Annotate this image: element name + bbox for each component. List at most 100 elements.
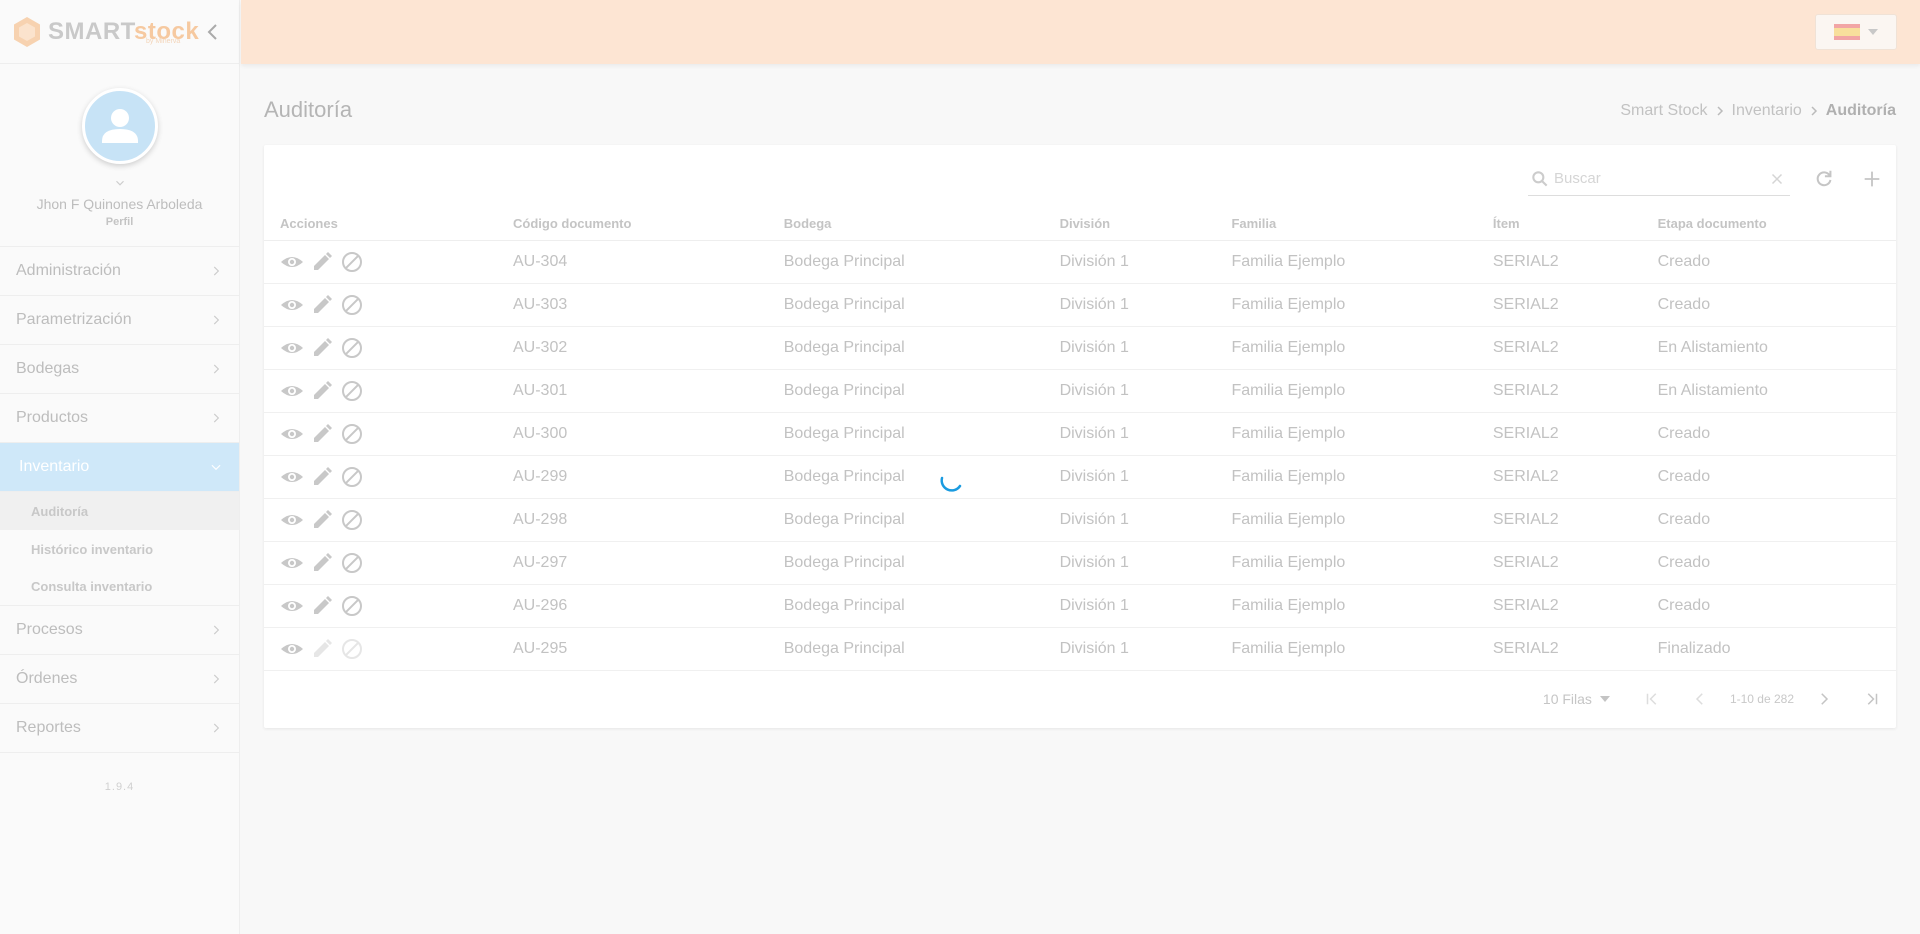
breadcrumb-inventario[interactable]: Inventario bbox=[1732, 102, 1802, 120]
topbar bbox=[241, 0, 1920, 64]
cell-familia: Familia Ejemplo bbox=[1215, 627, 1477, 671]
col-etapa-documento[interactable]: Etapa documento bbox=[1641, 207, 1896, 241]
last-page-button[interactable] bbox=[1848, 681, 1896, 717]
language-selector[interactable] bbox=[1815, 14, 1897, 50]
col-bodega[interactable]: Bodega bbox=[767, 207, 1044, 241]
pencil-icon[interactable] bbox=[310, 465, 334, 489]
block-icon[interactable] bbox=[340, 465, 364, 489]
block-icon[interactable] bbox=[340, 508, 364, 532]
col-codigo-documento[interactable]: Código documento bbox=[497, 207, 768, 241]
next-page-button[interactable] bbox=[1800, 681, 1848, 717]
block-icon[interactable] bbox=[340, 594, 364, 618]
pencil-icon[interactable] bbox=[310, 379, 334, 403]
pencil-icon[interactable] bbox=[310, 293, 334, 317]
pencil-icon[interactable] bbox=[310, 422, 334, 446]
menu-item-productos[interactable]: Productos bbox=[0, 394, 239, 443]
eye-icon[interactable] bbox=[280, 336, 304, 360]
add-button[interactable] bbox=[1848, 161, 1896, 197]
search-input[interactable] bbox=[1554, 170, 1768, 187]
eye-icon[interactable] bbox=[280, 594, 304, 618]
menu-item-bodegas[interactable]: Bodegas bbox=[0, 345, 239, 394]
cell-division: División 1 bbox=[1043, 369, 1216, 413]
eye-icon[interactable] bbox=[280, 293, 304, 317]
refresh-button[interactable] bbox=[1800, 161, 1848, 197]
cell-division: División 1 bbox=[1043, 326, 1216, 370]
chevron-down-icon[interactable] bbox=[0, 176, 239, 190]
chevron-left-icon[interactable] bbox=[201, 20, 225, 44]
block-icon[interactable] bbox=[340, 250, 364, 274]
menu-item-procesos[interactable]: Procesos bbox=[0, 606, 239, 655]
menu-item-inventario[interactable]: Inventario bbox=[0, 443, 239, 492]
cell-acciones bbox=[264, 326, 497, 370]
cell-acciones bbox=[264, 584, 497, 628]
row-actions bbox=[280, 336, 497, 360]
close-icon[interactable] bbox=[1768, 170, 1786, 188]
submenu-item-historico-inventario[interactable]: Histórico inventario bbox=[0, 530, 239, 568]
block-icon[interactable] bbox=[340, 551, 364, 575]
table-row[interactable]: AU-299 Bodega Principal División 1 Familia … bbox=[264, 455, 1896, 499]
eye-icon[interactable] bbox=[280, 422, 304, 446]
eye-icon[interactable] bbox=[280, 379, 304, 403]
table-row[interactable]: AU-300 Bodega Principal División 1 Familia … bbox=[264, 412, 1896, 456]
plus-icon bbox=[1864, 171, 1880, 187]
row-actions bbox=[280, 551, 497, 575]
cell-division: División 1 bbox=[1043, 412, 1216, 456]
cell-item: SERIAL2 bbox=[1476, 541, 1642, 585]
cell-bodega: Bodega Principal bbox=[767, 369, 1044, 413]
col-item[interactable]: Ítem bbox=[1476, 207, 1642, 241]
first-page-button[interactable] bbox=[1628, 681, 1676, 717]
cell-codigo-documento: AU-296 bbox=[497, 584, 768, 628]
eye-icon[interactable] bbox=[280, 250, 304, 274]
table-row[interactable]: AU-296 Bodega Principal División 1 Familia … bbox=[264, 584, 1896, 628]
cell-division: División 1 bbox=[1043, 584, 1216, 628]
eye-icon[interactable] bbox=[280, 508, 304, 532]
eye-icon[interactable] bbox=[280, 637, 304, 661]
pencil-icon[interactable] bbox=[310, 508, 334, 532]
table-row[interactable]: AU-303 Bodega Principal División 1 Familia … bbox=[264, 283, 1896, 327]
user-role[interactable]: Perfil bbox=[0, 216, 239, 228]
rows-per-page-label: 10 Filas bbox=[1542, 691, 1592, 707]
submenu-item-consulta-inventario[interactable]: Consulta inventario bbox=[0, 568, 239, 606]
cell-etapa-documento: En Alistamiento bbox=[1641, 369, 1896, 413]
cell-bodega: Bodega Principal bbox=[767, 240, 1044, 284]
eye-icon[interactable] bbox=[280, 465, 304, 489]
table-row[interactable]: AU-298 Bodega Principal División 1 Familia … bbox=[264, 498, 1896, 542]
pencil-icon[interactable] bbox=[310, 551, 334, 575]
block-icon[interactable] bbox=[340, 379, 364, 403]
page-title: Auditoría bbox=[264, 97, 353, 122]
breadcrumb: Smart Stock Inventario Auditoría bbox=[1620, 102, 1896, 120]
user-name: Jhon F Quinones Arboleda bbox=[36, 196, 203, 212]
table-row[interactable]: AU-297 Bodega Principal División 1 Familia … bbox=[264, 541, 1896, 585]
col-familia[interactable]: Familia bbox=[1215, 207, 1477, 241]
block-icon[interactable] bbox=[340, 293, 364, 317]
table-row[interactable]: AU-302 Bodega Principal División 1 Familia … bbox=[264, 326, 1896, 370]
block-icon[interactable] bbox=[340, 336, 364, 360]
menu-item-reportes[interactable]: Reportes bbox=[0, 704, 239, 753]
col-division[interactable]: División bbox=[1043, 207, 1216, 241]
eye-icon[interactable] bbox=[280, 551, 304, 575]
table-row[interactable]: AU-304 Bodega Principal División 1 Familia … bbox=[264, 240, 1896, 284]
menu-item-administracion[interactable]: Administración bbox=[0, 247, 239, 296]
table-row[interactable]: AU-295 Bodega Principal División 1 Familia … bbox=[264, 627, 1896, 671]
pencil-icon[interactable] bbox=[310, 250, 334, 274]
audit-table: Acciones Código documento Bodega Divisió… bbox=[264, 207, 1896, 671]
block-icon[interactable] bbox=[340, 422, 364, 446]
rows-per-page-select[interactable]: 10 Filas bbox=[1543, 691, 1610, 707]
avatar[interactable] bbox=[81, 88, 158, 164]
pencil-icon[interactable] bbox=[310, 637, 334, 661]
cell-codigo-documento: AU-295 bbox=[497, 627, 768, 671]
search-box bbox=[1528, 162, 1790, 196]
menu-item-ordenes[interactable]: Órdenes bbox=[0, 655, 239, 704]
submenu-item-auditoria[interactable]: Auditoría bbox=[0, 492, 239, 530]
block-icon[interactable] bbox=[340, 637, 364, 661]
pencil-icon[interactable] bbox=[310, 336, 334, 360]
chevron-down-icon bbox=[211, 464, 221, 471]
profile: Jhon F Quinones Arboleda Perfil bbox=[0, 64, 239, 228]
menu-item-parametrizacion[interactable]: Parametrización bbox=[0, 296, 239, 345]
breadcrumb-smart-stock[interactable]: Smart Stock bbox=[1620, 102, 1707, 120]
pencil-icon[interactable] bbox=[310, 594, 334, 618]
prev-page-button[interactable] bbox=[1676, 681, 1724, 717]
cell-codigo-documento: AU-300 bbox=[497, 412, 768, 456]
cell-item: SERIAL2 bbox=[1476, 283, 1642, 327]
table-row[interactable]: AU-301 Bodega Principal División 1 Familia … bbox=[264, 369, 1896, 413]
